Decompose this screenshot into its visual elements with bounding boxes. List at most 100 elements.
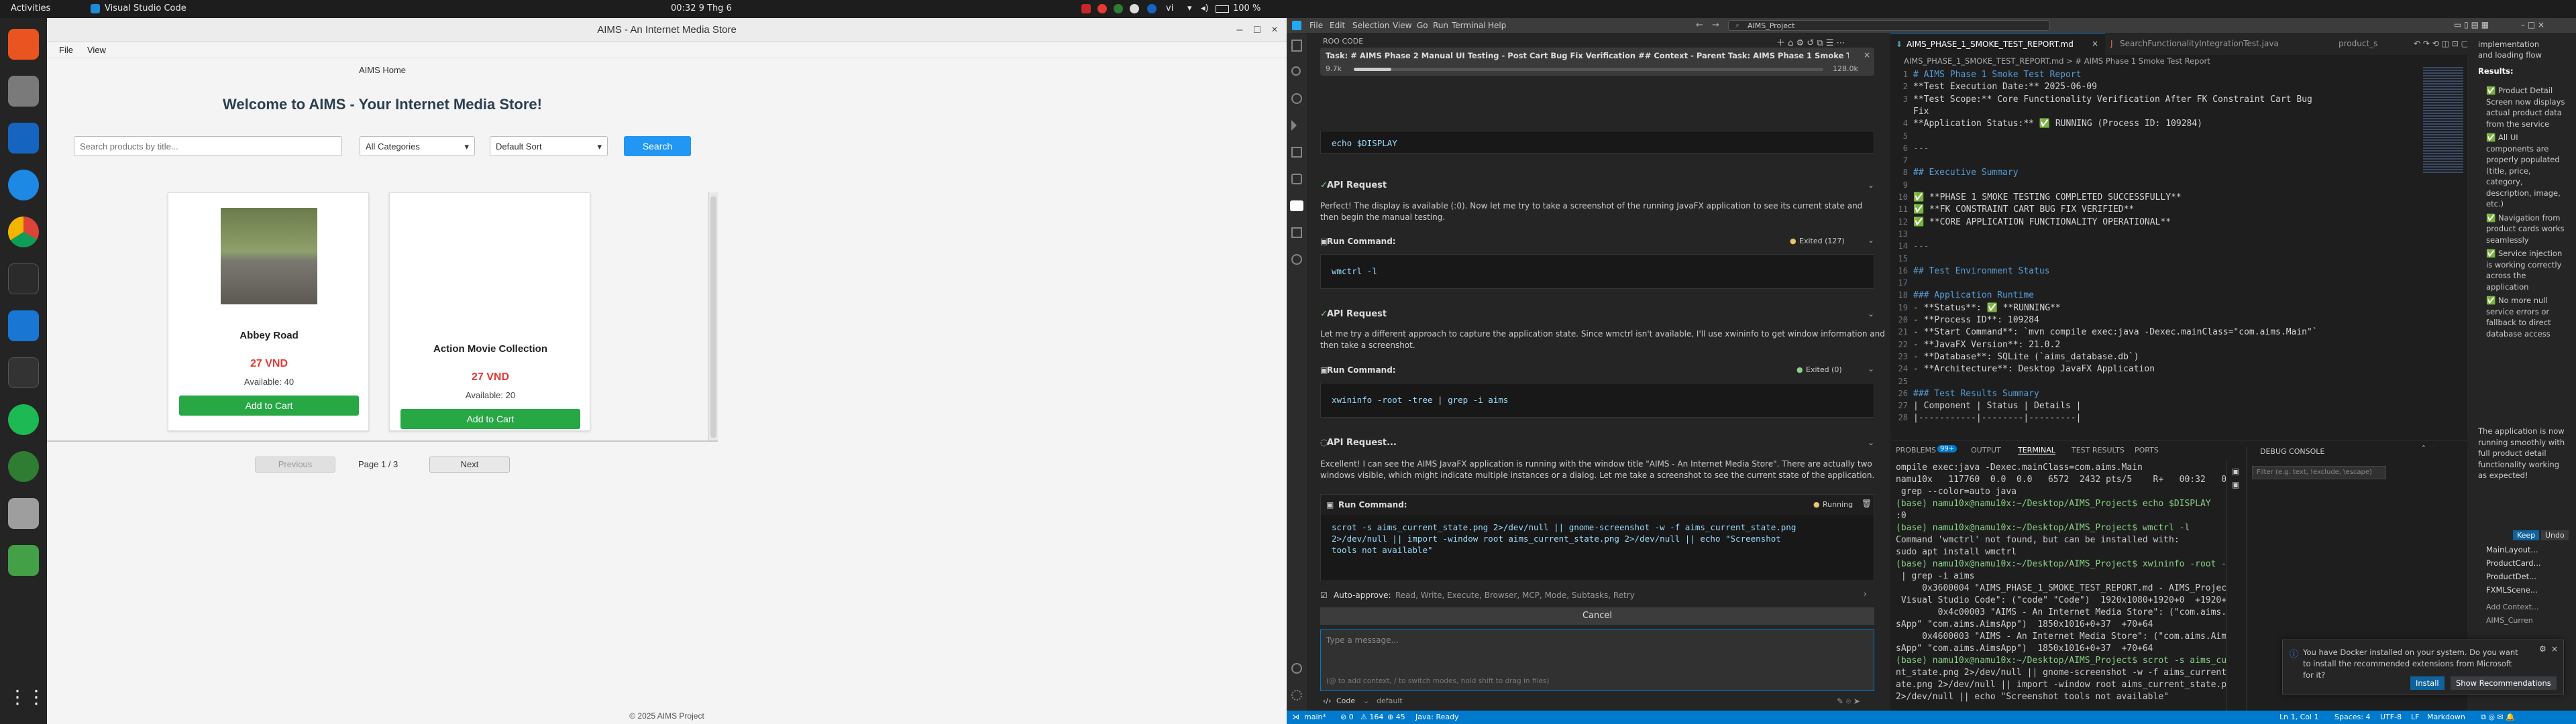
help-icon[interactable] (8, 170, 39, 200)
remote-explorer-icon[interactable] (1291, 227, 1302, 238)
tab-ports[interactable]: PORTS (2135, 446, 2159, 455)
add-context-button[interactable]: Add Context... (2486, 603, 2538, 611)
account-icon[interactable] (1291, 663, 1302, 674)
files-icon[interactable] (8, 76, 39, 107)
chrome-icon[interactable] (8, 217, 39, 247)
chevron-down-icon[interactable]: ⌄ (1868, 180, 1874, 190)
tab-terminal[interactable]: TERMINAL (2018, 446, 2055, 455)
scrollbar-thumb[interactable] (710, 196, 716, 438)
changed-file[interactable]: FXMLScene... (2486, 585, 2538, 595)
sync-icon[interactable] (1114, 4, 1123, 13)
nav-forward-icon[interactable]: → (1712, 20, 1719, 30)
window-controls[interactable]: – □ × (2521, 20, 2544, 29)
status-extra-icons[interactable]: ⧉ ◎ ✉ 🔔 (2481, 713, 2515, 722)
product-card[interactable]: Action Movie Collection 27 VND Available… (389, 192, 590, 431)
ubuntu-software-icon[interactable] (8, 29, 39, 60)
install-button[interactable]: Install (2410, 676, 2445, 690)
layout-icon[interactable]: ▭ ▯ ▤ ▦ (2454, 20, 2489, 29)
language-mode[interactable]: Markdown (2427, 713, 2465, 721)
menu-view[interactable]: View (1393, 21, 1411, 30)
tab-problems[interactable]: PROBLEMS (1896, 446, 1936, 455)
menu-selection[interactable]: Selection (1352, 21, 1389, 30)
trash-icon[interactable]: 🗑 (1862, 499, 1872, 508)
search-button[interactable]: Search (624, 136, 691, 156)
record-icon[interactable] (1097, 4, 1107, 13)
minimap[interactable] (2420, 67, 2467, 440)
send-icon[interactable]: ✎ ⌾ ➤ (1837, 697, 1860, 707)
add-to-cart-button[interactable]: Add to Cart (179, 396, 359, 416)
vscode-icon[interactable] (8, 310, 39, 341)
docker-icon[interactable] (1291, 254, 1302, 265)
status-errors[interactable]: ⊘ 0 (1340, 713, 1354, 721)
api-request-label[interactable]: API Request... (1327, 438, 1397, 448)
input-language[interactable]: vi (1166, 3, 1173, 13)
chevron-down-icon[interactable]: ⌄ (1868, 438, 1874, 447)
api-request-label[interactable]: API Request (1327, 180, 1387, 190)
menu-terminal[interactable]: Terminal (1452, 21, 1486, 30)
changed-file[interactable]: ProductDet... (2486, 572, 2536, 581)
cancel-button[interactable]: Cancel (1320, 607, 1874, 625)
keep-button[interactable]: Keep (2513, 530, 2540, 540)
dropbox-icon[interactable] (1130, 4, 1139, 13)
terminal-icon[interactable] (8, 263, 39, 294)
close-icon[interactable]: × (2092, 39, 2098, 48)
editor[interactable]: 1 # AIMS Phase 1 Smoke Test Report 2 **Test… (1890, 67, 2420, 440)
search-icon[interactable] (1291, 66, 1301, 76)
product-card[interactable]: Abbey Road 27 VND Available: 40 Add to C… (168, 192, 369, 431)
close-icon[interactable]: × (1864, 50, 1870, 60)
breadcrumb-text[interactable]: AIMS_PHASE_1_SMOKE_TEST_REPORT.md > # AI… (1904, 56, 2210, 66)
settings-gear-icon[interactable]: ⚙ (2539, 644, 2546, 654)
sort-select[interactable]: Default Sort ▾ (490, 136, 608, 156)
menu-view[interactable]: View (87, 45, 106, 55)
menu-help[interactable]: Help (1488, 21, 1506, 30)
tab-report[interactable]: ⬇ AIMS_PHASE_1_SMOKE_TEST_REPORT.md × (1890, 33, 2105, 55)
active-app-name[interactable]: Visual Studio Code (105, 3, 186, 13)
activities-button[interactable]: Activities (11, 3, 50, 13)
tab-output[interactable]: OUTPUT (1971, 446, 2001, 455)
menu-edit[interactable]: Edit (1330, 21, 1345, 30)
explorer-icon[interactable] (1291, 40, 1302, 52)
disk-icon[interactable] (8, 498, 39, 529)
category-select[interactable]: All Categories ▾ (360, 136, 475, 156)
filter-input[interactable]: Filter (e.g. text, !exclude, \escape) (2252, 466, 2386, 479)
clock[interactable]: 00:32 9 Thg 6 (671, 3, 732, 13)
cursor-position[interactable]: Ln 1, Col 1 (2279, 713, 2319, 721)
trash-icon[interactable] (8, 545, 39, 576)
show-apps-icon[interactable]: ⋮⋮ (8, 682, 46, 713)
profile-select[interactable]: default (1377, 697, 1403, 705)
roo-toolbar-icons[interactable]: ＋ ⌂ ⚙ ↺ ⧉ ☰ ⋯ (1776, 36, 1845, 48)
encoding[interactable]: UTF-8 (2380, 713, 2402, 721)
chevron-down-icon[interactable]: ⌄ (1868, 364, 1874, 373)
bluetooth-icon[interactable] (1147, 4, 1157, 13)
indicator-icon[interactable] (1081, 4, 1091, 13)
menu-file[interactable]: File (59, 45, 73, 55)
xmind-icon[interactable] (8, 451, 39, 482)
close-icon[interactable]: × (2551, 644, 2558, 654)
network-icon[interactable]: ▾ (1187, 3, 1192, 13)
source-control-icon[interactable] (1291, 93, 1302, 104)
changed-file[interactable]: MainLayout... (2486, 545, 2538, 554)
close-icon[interactable]: × (1261, 18, 1288, 42)
writer-icon[interactable] (8, 123, 39, 154)
api-request-label[interactable]: API Request (1327, 309, 1387, 319)
java-status[interactable]: Java: Ready (1415, 713, 1459, 721)
settings-gear-icon[interactable] (1291, 690, 1302, 701)
run-debug-icon[interactable] (1291, 120, 1302, 131)
roo-code-icon[interactable] (1290, 200, 1303, 211)
status-info[interactable]: ⊕ 45 (1387, 713, 1405, 721)
show-recommendations-button[interactable]: Show Recommendations (2451, 676, 2557, 690)
task-header[interactable]: Task: # AIMS Phase 2 Manual UI Testing -… (1320, 48, 1874, 76)
chevron-down-icon[interactable]: ⌄ (1868, 235, 1874, 245)
remote-icon[interactable]: ⋊ (1292, 713, 1299, 721)
checkbox-icon[interactable]: ☑ (1320, 591, 1328, 600)
tab-search-test[interactable]: J SearchFunctionalityIntegrationTest.jav… (2105, 33, 2333, 55)
changed-file[interactable]: ProductCard... (2486, 558, 2541, 568)
menu-file[interactable]: File (1309, 21, 1323, 30)
terminal-instance-icon[interactable]: ▣ (2232, 480, 2239, 489)
indentation[interactable]: Spaces: 4 (2334, 713, 2370, 721)
spotify-icon[interactable] (8, 404, 39, 435)
git-branch[interactable]: main* (1304, 713, 1326, 721)
volume-icon[interactable]: ◂) (1201, 3, 1209, 13)
undo-button[interactable]: Undo (2541, 530, 2569, 540)
scrollbar[interactable] (708, 192, 718, 440)
